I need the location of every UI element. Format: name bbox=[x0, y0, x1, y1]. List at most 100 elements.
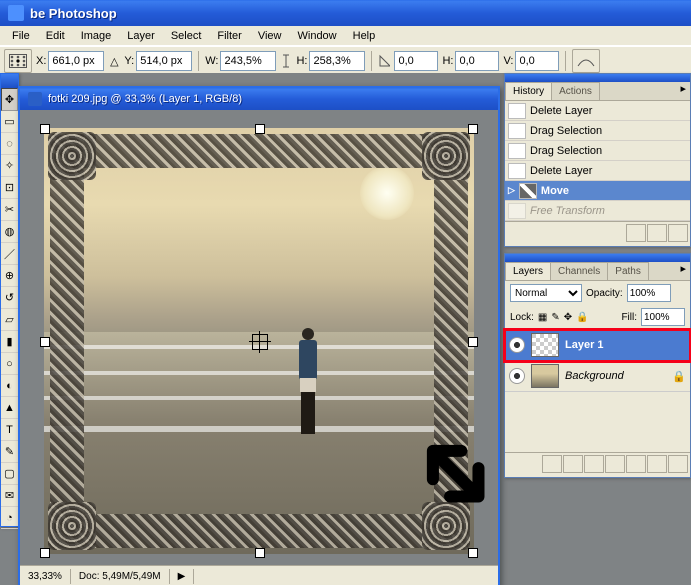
document-titlebar[interactable]: fotki 209.jpg @ 33,3% (Layer 1, RGB/8) bbox=[20, 88, 498, 110]
visibility-icon[interactable] bbox=[509, 368, 525, 384]
tool-slice[interactable]: ✂ bbox=[1, 199, 18, 221]
menu-layer[interactable]: Layer bbox=[119, 28, 163, 44]
angle-input[interactable] bbox=[394, 51, 438, 71]
person-silhouette bbox=[293, 328, 323, 438]
tab-history[interactable]: History bbox=[505, 82, 552, 100]
layers-menu-icon[interactable]: ▸ bbox=[676, 262, 690, 280]
history-item[interactable]: Drag Selection bbox=[505, 141, 690, 161]
layer-mask-icon[interactable] bbox=[584, 455, 604, 473]
doc-size[interactable]: Doc: 5,49M/5,49M bbox=[71, 569, 170, 584]
layer-thumb[interactable] bbox=[531, 333, 559, 357]
canvas[interactable] bbox=[44, 128, 474, 554]
hskew-input[interactable] bbox=[455, 51, 499, 71]
transform-handle-ml[interactable] bbox=[40, 337, 50, 347]
menu-edit[interactable]: Edit bbox=[38, 28, 73, 44]
history-item-label: Free Transform bbox=[530, 205, 605, 217]
tab-actions[interactable]: Actions bbox=[551, 82, 600, 100]
opacity-input[interactable] bbox=[627, 284, 671, 302]
fill-input[interactable] bbox=[641, 308, 685, 326]
menu-select[interactable]: Select bbox=[163, 28, 210, 44]
x-input[interactable] bbox=[48, 51, 104, 71]
h-label: H: bbox=[296, 55, 307, 67]
tool-marquee[interactable]: ▭ bbox=[1, 111, 18, 133]
menu-window[interactable]: Window bbox=[290, 28, 345, 44]
transform-handle-tm[interactable] bbox=[255, 124, 265, 134]
blend-mode-select[interactable]: Normal bbox=[510, 284, 582, 302]
tool-wand[interactable]: ✧ bbox=[1, 155, 18, 177]
canvas-area[interactable] bbox=[20, 110, 498, 566]
y-input[interactable] bbox=[136, 51, 192, 71]
tool-blur[interactable]: ○ bbox=[1, 353, 18, 375]
delta-icon[interactable]: △ bbox=[108, 50, 120, 72]
tool-shape[interactable]: ▢ bbox=[1, 463, 18, 485]
trash-icon[interactable] bbox=[668, 224, 688, 242]
tool-heal[interactable]: ◍ bbox=[1, 221, 18, 243]
tab-channels[interactable]: Channels bbox=[550, 262, 608, 280]
tool-pen[interactable]: ✎ bbox=[1, 441, 18, 463]
tool-lasso[interactable]: ◌ bbox=[1, 133, 18, 155]
status-expand[interactable]: ▶ bbox=[170, 569, 195, 584]
h-input[interactable] bbox=[309, 51, 365, 71]
transform-handle-bm[interactable] bbox=[255, 548, 265, 558]
history-menu-icon[interactable]: ▸ bbox=[676, 82, 690, 100]
tool-eraser[interactable]: ▱ bbox=[1, 309, 18, 331]
vskew-input[interactable] bbox=[515, 51, 559, 71]
new-snapshot-icon[interactable] bbox=[626, 224, 646, 242]
history-panel: History Actions ▸ Delete Layer Drag Sele… bbox=[504, 73, 691, 247]
zoom-level[interactable]: 33,33% bbox=[20, 569, 71, 584]
w-input[interactable] bbox=[220, 51, 276, 71]
new-layer-icon[interactable] bbox=[647, 455, 667, 473]
tool-gradient[interactable]: ▮ bbox=[1, 331, 18, 353]
new-state-icon[interactable] bbox=[647, 224, 667, 242]
tool-dodge[interactable]: ◐ bbox=[1, 375, 18, 397]
layer-row[interactable]: Background 🔒 bbox=[505, 361, 690, 392]
menu-image[interactable]: Image bbox=[73, 28, 120, 44]
transform-handle-tl[interactable] bbox=[40, 124, 50, 134]
history-item-future[interactable]: Free Transform bbox=[505, 201, 690, 221]
visibility-icon[interactable] bbox=[509, 337, 525, 353]
transform-center[interactable] bbox=[252, 334, 268, 350]
warp-icon[interactable] bbox=[572, 49, 600, 73]
layer-row-selected[interactable]: Layer 1 bbox=[505, 330, 690, 361]
tool-eyedrop[interactable]: ◔ bbox=[1, 507, 18, 529]
transform-handle-bl[interactable] bbox=[40, 548, 50, 558]
layer-thumb[interactable] bbox=[531, 364, 559, 388]
document-statusbar: 33,33% Doc: 5,49M/5,49M ▶ bbox=[20, 565, 498, 585]
menu-help[interactable]: Help bbox=[345, 28, 384, 44]
link-layers-icon[interactable] bbox=[542, 455, 562, 473]
transform-handle-br[interactable] bbox=[468, 548, 478, 558]
link-wh-icon[interactable] bbox=[280, 50, 292, 72]
menu-file[interactable]: File bbox=[4, 28, 38, 44]
menu-filter[interactable]: Filter bbox=[209, 28, 249, 44]
transform-handle-mr[interactable] bbox=[468, 337, 478, 347]
history-item[interactable]: Delete Layer bbox=[505, 101, 690, 121]
delete-layer-icon[interactable] bbox=[668, 455, 688, 473]
tool-brush[interactable]: ／ bbox=[1, 243, 18, 265]
history-item[interactable]: Drag Selection bbox=[505, 121, 690, 141]
history-item-label: Drag Selection bbox=[530, 125, 602, 137]
lock-pos-icon[interactable]: ✥ bbox=[564, 312, 572, 323]
layer-name[interactable]: Layer 1 bbox=[565, 339, 604, 351]
menu-view[interactable]: View bbox=[250, 28, 290, 44]
lock-trans-icon[interactable]: ▦ bbox=[538, 312, 547, 323]
layer-style-icon[interactable] bbox=[563, 455, 583, 473]
tool-text[interactable]: T bbox=[1, 419, 18, 441]
transform-handle-tr[interactable] bbox=[468, 124, 478, 134]
tool-stamp[interactable]: ⊕ bbox=[1, 265, 18, 287]
layers-panel: Layers Channels Paths ▸ Normal Opacity: … bbox=[504, 253, 691, 478]
tool-notes[interactable]: ✉ bbox=[1, 485, 18, 507]
lock-all-icon[interactable]: 🔒 bbox=[576, 312, 588, 323]
transform-ref-icon[interactable] bbox=[4, 49, 32, 73]
lock-paint-icon[interactable]: ✎ bbox=[551, 312, 559, 323]
tool-move[interactable]: ✥ bbox=[1, 88, 18, 111]
tool-path[interactable]: ▲ bbox=[1, 397, 18, 419]
tab-paths[interactable]: Paths bbox=[607, 262, 649, 280]
adjustment-icon[interactable] bbox=[626, 455, 646, 473]
tool-history[interactable]: ↺ bbox=[1, 287, 18, 309]
new-group-icon[interactable] bbox=[605, 455, 625, 473]
layer-name[interactable]: Background bbox=[565, 370, 624, 382]
tab-layers[interactable]: Layers bbox=[505, 262, 551, 280]
history-item[interactable]: Delete Layer bbox=[505, 161, 690, 181]
tool-crop[interactable]: ⊡ bbox=[1, 177, 18, 199]
history-item-selected[interactable]: ▷Move bbox=[505, 181, 690, 201]
